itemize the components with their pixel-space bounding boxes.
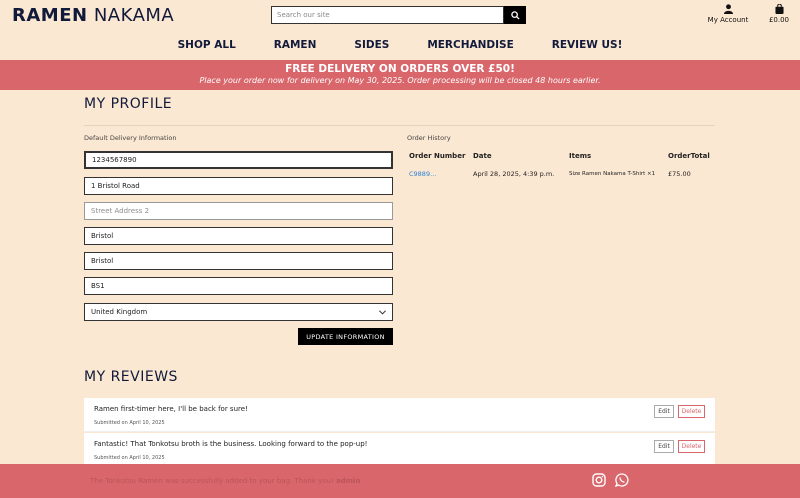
street-address-2-field[interactable]: Street Address 2: [84, 202, 393, 220]
phone-field[interactable]: 1234567890: [84, 151, 393, 169]
chevron-down-icon: [379, 309, 386, 315]
column-header-items: Items: [569, 152, 592, 160]
column-header-order-total: OrderTotal: [668, 152, 710, 160]
site-logo[interactable]: RAMEN NAKAMA: [12, 5, 174, 26]
profile-divider: [84, 125, 715, 126]
order-history-label: Order History: [407, 134, 451, 142]
order-items: Size Ramen Nakama T-Shirt ×1: [569, 171, 656, 177]
country-select[interactable]: United Kingdom: [84, 303, 393, 321]
user-icon: [723, 4, 733, 14]
nav-merchandise[interactable]: MERCHANDISE: [427, 39, 513, 51]
delivery-info-label: Default Delivery Information: [84, 134, 177, 142]
nav-sides[interactable]: SIDES: [354, 39, 389, 51]
footer-admin-link[interactable]: admin: [336, 477, 360, 485]
nav-ramen[interactable]: RAMEN: [274, 39, 317, 51]
column-header-order-number: Order Number: [409, 152, 466, 160]
delete-review-button[interactable]: Delete: [678, 440, 705, 453]
delete-review-button[interactable]: Delete: [678, 405, 705, 418]
search-icon: [510, 10, 520, 20]
nav-shop-all[interactable]: SHOP ALL: [178, 39, 236, 51]
cart-total: £0.00: [768, 16, 790, 24]
search-input[interactable]: [271, 6, 504, 24]
logo-bold-text: RAMEN: [12, 5, 88, 26]
nav-review-us[interactable]: REVIEW US!: [552, 39, 623, 51]
logo-light-text: NAKAMA: [93, 5, 175, 26]
cart-link[interactable]: £0.00: [764, 4, 794, 24]
main-nav: SHOP ALL RAMEN SIDES MERCHANDISE REVIEW …: [0, 39, 800, 51]
site-footer: The Tonkotsu Ramen was successfully adde…: [0, 464, 800, 498]
reviews-title: MY REVIEWS: [84, 369, 178, 385]
review-text: Fantastic! That Tonkotsu broth is the bu…: [94, 440, 368, 448]
update-information-button[interactable]: UPDATE INFORMATION: [298, 328, 393, 345]
order-number-link[interactable]: C9889...: [409, 170, 436, 178]
whatsapp-icon[interactable]: [615, 473, 629, 487]
review-text: Ramen first-timer here, I'll be back for…: [94, 405, 248, 413]
footer-message-row: The Tonkotsu Ramen was successfully adde…: [90, 477, 360, 485]
footer-message: The Tonkotsu Ramen was successfully adde…: [90, 477, 334, 485]
review-date: Submitted on April 10, 2025: [94, 455, 165, 461]
postcode-field[interactable]: BS1: [84, 277, 393, 295]
profile-title: MY PROFILE: [84, 96, 173, 112]
review-item: Fantastic! That Tonkotsu broth is the bu…: [84, 433, 715, 467]
review-item: Ramen first-timer here, I'll be back for…: [84, 398, 715, 432]
county-field[interactable]: Bristol: [84, 252, 393, 270]
edit-review-button[interactable]: Edit: [654, 405, 674, 418]
account-link[interactable]: My Account: [704, 4, 752, 24]
banner-subtitle: Place your order now for delivery on May…: [199, 76, 601, 85]
delivery-banner: FREE DELIVERY ON ORDERS OVER £50! Place …: [0, 60, 800, 90]
account-label: My Account: [707, 16, 749, 24]
town-field[interactable]: Bristol: [84, 227, 393, 245]
review-date: Submitted on April 10, 2025: [94, 420, 165, 426]
order-total: £75.00: [668, 170, 691, 178]
search-button[interactable]: [504, 6, 526, 24]
edit-review-button[interactable]: Edit: [654, 440, 674, 453]
street-address-1-field[interactable]: 1 Bristol Road: [84, 177, 393, 195]
order-date: April 28, 2025, 4:39 p.m.: [473, 170, 555, 178]
column-header-date: Date: [473, 152, 492, 160]
country-select-value: United Kingdom: [91, 308, 148, 316]
banner-title: FREE DELIVERY ON ORDERS OVER £50!: [285, 63, 515, 75]
instagram-icon[interactable]: [592, 473, 606, 487]
bag-icon: [774, 4, 784, 14]
search-bar: [271, 6, 526, 24]
